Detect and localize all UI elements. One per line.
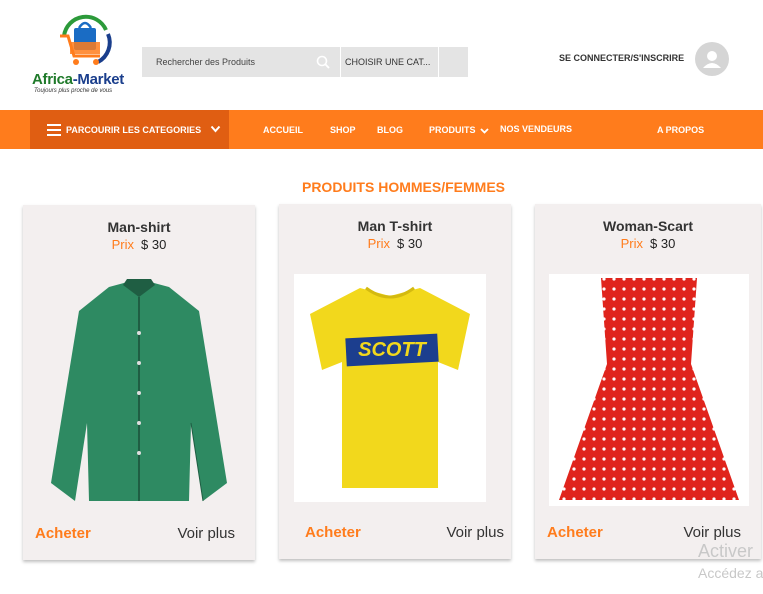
page: Africa-Market Toujours plus proche de vo…: [0, 0, 763, 594]
buy-button[interactable]: Acheter: [305, 524, 361, 541]
nav-link-vendeurs[interactable]: NOS VENDEURS: [500, 124, 572, 134]
see-more-link[interactable]: Voir plus: [683, 524, 741, 541]
section-title: PRODUITS HOMMES/FEMMES: [301, 179, 505, 195]
product-price: Prix $ 30: [279, 236, 511, 251]
brand-name: Africa-Market: [32, 71, 124, 88]
brand-tagline: Toujours plus proche de vous: [34, 88, 113, 94]
product-card: Man T-shirt Prix $ 30 SCOTT Acheter Voir …: [279, 204, 511, 559]
main-nav: PARCOURIR LES CATEGORIES ACCUEIL SHOP BL…: [0, 110, 763, 149]
price-label: Prix: [367, 236, 391, 251]
dress-image: [559, 278, 739, 500]
user-icon: [703, 51, 721, 68]
nav-link-shop[interactable]: SHOP: [330, 125, 356, 135]
product-name: Man T-shirt: [357, 218, 433, 234]
price-label: Prix: [620, 236, 644, 251]
header: Africa-Market Toujours plus proche de vo…: [0, 0, 763, 110]
nav-link-produits[interactable]: PRODUITS: [429, 125, 489, 135]
nav-link-produits-label: PRODUITS: [429, 125, 476, 135]
price-value: $ 30: [141, 237, 167, 252]
category-select[interactable]: CHOISIR UNE CAT...: [344, 47, 438, 77]
product-image[interactable]: [549, 274, 749, 506]
cart-logo-icon: [60, 14, 112, 65]
browse-categories-label: PARCOURIR LES CATEGORIES: [66, 125, 202, 135]
nav-link-blog[interactable]: BLOG: [377, 125, 403, 135]
product-card: Woman-Scart Prix $ 30 Acheter Voir plus: [535, 204, 761, 559]
product-image[interactable]: SCOTT: [294, 274, 486, 502]
see-more-link[interactable]: Voir plus: [446, 524, 504, 541]
price-value: $ 30: [650, 236, 676, 251]
product-name: Woman-Scart: [603, 218, 693, 234]
login-link[interactable]: SE CONNECTER/S'INSCRIRE: [559, 53, 684, 63]
tshirt-image: SCOTT: [310, 286, 470, 488]
price-value: $ 30: [397, 236, 423, 251]
tshirt-print-text: SCOTT: [358, 339, 428, 361]
product-price: Prix $ 30: [23, 237, 255, 252]
search-icon[interactable]: [316, 55, 330, 69]
nav-link-a-propos[interactable]: A PROPOS: [657, 125, 704, 135]
product-card: Man-shirt Prix $ 30 Acheter Voir plus: [23, 205, 255, 560]
search-bar: CHOISIR UNE CAT...: [142, 47, 468, 77]
buy-button[interactable]: Acheter: [35, 525, 91, 542]
search-input[interactable]: [142, 47, 340, 77]
see-more-link[interactable]: Voir plus: [177, 525, 235, 542]
chevron-down-icon: [480, 127, 489, 134]
avatar[interactable]: [695, 42, 729, 76]
nav-link-accueil[interactable]: ACCUEIL: [263, 125, 303, 135]
search-divider: [340, 47, 341, 77]
activation-watermark: Activer: [698, 541, 754, 561]
product-image[interactable]: [31, 273, 247, 503]
chevron-down-icon: [210, 125, 221, 133]
product-price: Prix $ 30: [535, 236, 761, 251]
search-divider: [438, 47, 439, 77]
browse-categories-button[interactable]: PARCOURIR LES CATEGORIES: [30, 110, 229, 149]
shirt-image: [51, 279, 227, 502]
menu-icon: [47, 124, 61, 136]
price-label: Prix: [111, 237, 135, 252]
product-name: Man-shirt: [107, 219, 171, 235]
logo[interactable]: Africa-Market Toujours plus proche de vo…: [30, 14, 140, 98]
buy-button[interactable]: Acheter: [547, 524, 603, 541]
activation-watermark-subtext: Accédez a: [698, 565, 763, 581]
